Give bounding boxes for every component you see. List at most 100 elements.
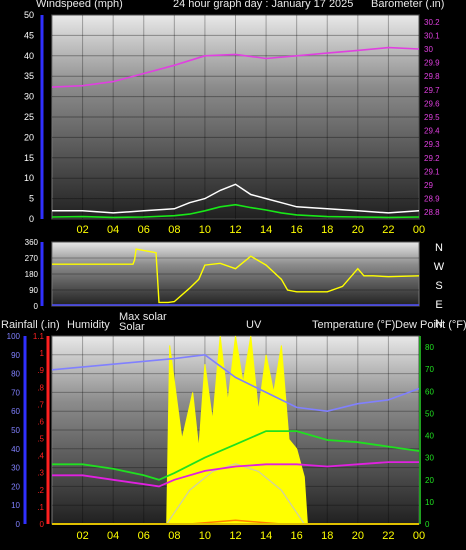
solar-x-tick-label: 02: [76, 530, 88, 542]
barometer-tick-label: 29.8: [424, 72, 440, 81]
solar-x-tick-label: 10: [199, 530, 211, 542]
humidity-tick-label: 90: [11, 351, 20, 360]
barometer-tick-label: 28.9: [424, 195, 440, 204]
rainfall-tick-label: 1.1: [33, 332, 45, 341]
solar-x-tick-label: 12: [229, 530, 241, 542]
wind-x-tick-label: 02: [76, 224, 88, 236]
barometer-tick-label: 30.2: [424, 18, 440, 27]
wind-y-tick-label: 20: [24, 132, 34, 142]
barometer-tick-label: 29: [424, 181, 433, 190]
wind-x-tick-label: 10: [199, 224, 211, 236]
graph-title: 24 hour graph day : January 17 2025: [173, 0, 354, 10]
wind-y-tick-label: 40: [24, 51, 34, 61]
wind-y-tick-label: 5: [29, 194, 34, 204]
wind-x-tick-label: 22: [382, 224, 394, 236]
wind-y-tick-label: 35: [24, 71, 34, 81]
rainfall-tick-label: .9: [37, 366, 44, 375]
wind-x-tick-label: 20: [352, 224, 364, 236]
compass-label: E: [435, 299, 442, 311]
wind-x-tick-label: 14: [260, 224, 272, 236]
temperature-label: Temperature (°F): [312, 319, 396, 331]
direction-y-tick-label: 180: [25, 270, 39, 279]
temperature-tick-label: 40: [425, 432, 434, 441]
wind-x-tick-label: 16: [291, 224, 303, 236]
solar-x-tick-label: 20: [352, 530, 364, 542]
barometer-tick-label: 29.1: [424, 167, 440, 176]
dew-point-label: Dew Point (°F): [395, 319, 466, 331]
windspeed-label: Windspeed (mph): [36, 0, 123, 10]
rainfall-tick-label: .8: [37, 383, 44, 392]
rainfall-tick-label: .2: [37, 486, 44, 495]
humidity-tick-label: 80: [11, 370, 20, 379]
barometer-tick-label: 29.4: [424, 127, 440, 136]
solar-x-tick-label: 04: [107, 530, 119, 542]
humidity-tick-label: 100: [7, 332, 21, 341]
wind-y-tick-label: 0: [29, 214, 34, 224]
wind-x-tick-label: 08: [168, 224, 180, 236]
barometer-tick-label: 29.7: [424, 86, 440, 95]
wind-x-tick-label: 06: [138, 224, 150, 236]
wind-x-tick-label: 00: [413, 224, 425, 236]
rainfall-tick-label: .4: [37, 452, 44, 461]
solar-x-tick-label: 06: [138, 530, 150, 542]
wind-y-tick-label: 15: [24, 153, 34, 163]
direction-y-tick-label: 270: [25, 254, 39, 263]
compass-label: N: [435, 242, 443, 254]
humidity-tick-label: 50: [11, 426, 20, 435]
humidity-tick-label: 70: [11, 388, 20, 397]
temperature-tick-label: 80: [425, 343, 434, 352]
temperature-tick-label: 0: [425, 520, 430, 529]
compass-label: S: [435, 280, 442, 292]
rainfall-tick-label: .3: [37, 469, 44, 478]
barometer-tick-label: 29.2: [424, 154, 440, 163]
barometer-tick-label: 30.1: [424, 31, 440, 40]
solar-x-tick-label: 00: [413, 530, 425, 542]
solar-x-tick-label: 14: [260, 530, 272, 542]
barometer-tick-label: 29.3: [424, 140, 440, 149]
temperature-tick-label: 20: [425, 476, 434, 485]
temperature-tick-label: 50: [425, 409, 434, 418]
wind-x-tick-label: 04: [107, 224, 119, 236]
direction-y-tick-label: 90: [29, 286, 38, 295]
wind-x-tick-label: 12: [229, 224, 241, 236]
rainfall-tick-label: .5: [37, 435, 44, 444]
solar-x-tick-label: 18: [321, 530, 333, 542]
humidity-tick-label: 30: [11, 464, 20, 473]
rainfall-tick-label: .1: [37, 503, 44, 512]
direction-y-tick-label: 360: [25, 238, 39, 247]
barometer-tick-label: 29.6: [424, 99, 440, 108]
wind-y-tick-label: 30: [24, 92, 34, 102]
temperature-tick-label: 70: [425, 365, 434, 374]
direction-y-tick-label: 0: [34, 302, 39, 311]
rainfall-tick-label: .7: [37, 400, 44, 409]
uv-label: UV: [246, 319, 262, 331]
temperature-tick-label: 30: [425, 454, 434, 463]
humidity-tick-label: 60: [11, 407, 20, 416]
barometer-tick-label: 29.5: [424, 113, 440, 122]
barometer-tick-label: 29.9: [424, 59, 440, 68]
barometer-tick-label: 28.8: [424, 208, 440, 217]
barometer-label: Barometer (.in): [371, 0, 445, 10]
humidity-tick-label: 20: [11, 482, 20, 491]
temperature-tick-label: 10: [425, 498, 434, 507]
rainfall-tick-label: .6: [37, 417, 44, 426]
wind-y-tick-label: 25: [24, 112, 34, 122]
rainfall-tick-label: 0: [40, 520, 45, 529]
weather-graph: 0510152025303540455028.828.92929.129.229…: [7, 10, 445, 542]
compass-label: W: [434, 261, 445, 273]
wind-y-tick-label: 45: [24, 30, 34, 40]
humidity-label: Humidity: [67, 319, 110, 331]
humidity-tick-label: 40: [11, 445, 20, 454]
humidity-tick-label: 10: [11, 501, 20, 510]
rainfall-label: Rainfall (.in): [1, 319, 60, 331]
rainfall-tick-label: 1: [40, 349, 45, 358]
solar-x-tick-label: 16: [291, 530, 303, 542]
wind-y-tick-label: 10: [24, 173, 34, 183]
wind-x-tick-label: 18: [321, 224, 333, 236]
temperature-tick-label: 60: [425, 387, 434, 396]
wind-y-tick-label: 50: [24, 10, 34, 20]
humidity-tick-label: 0: [16, 520, 21, 529]
solar-label: Solar: [119, 321, 145, 333]
barometer-tick-label: 30: [424, 45, 433, 54]
solar-x-tick-label: 08: [168, 530, 180, 542]
